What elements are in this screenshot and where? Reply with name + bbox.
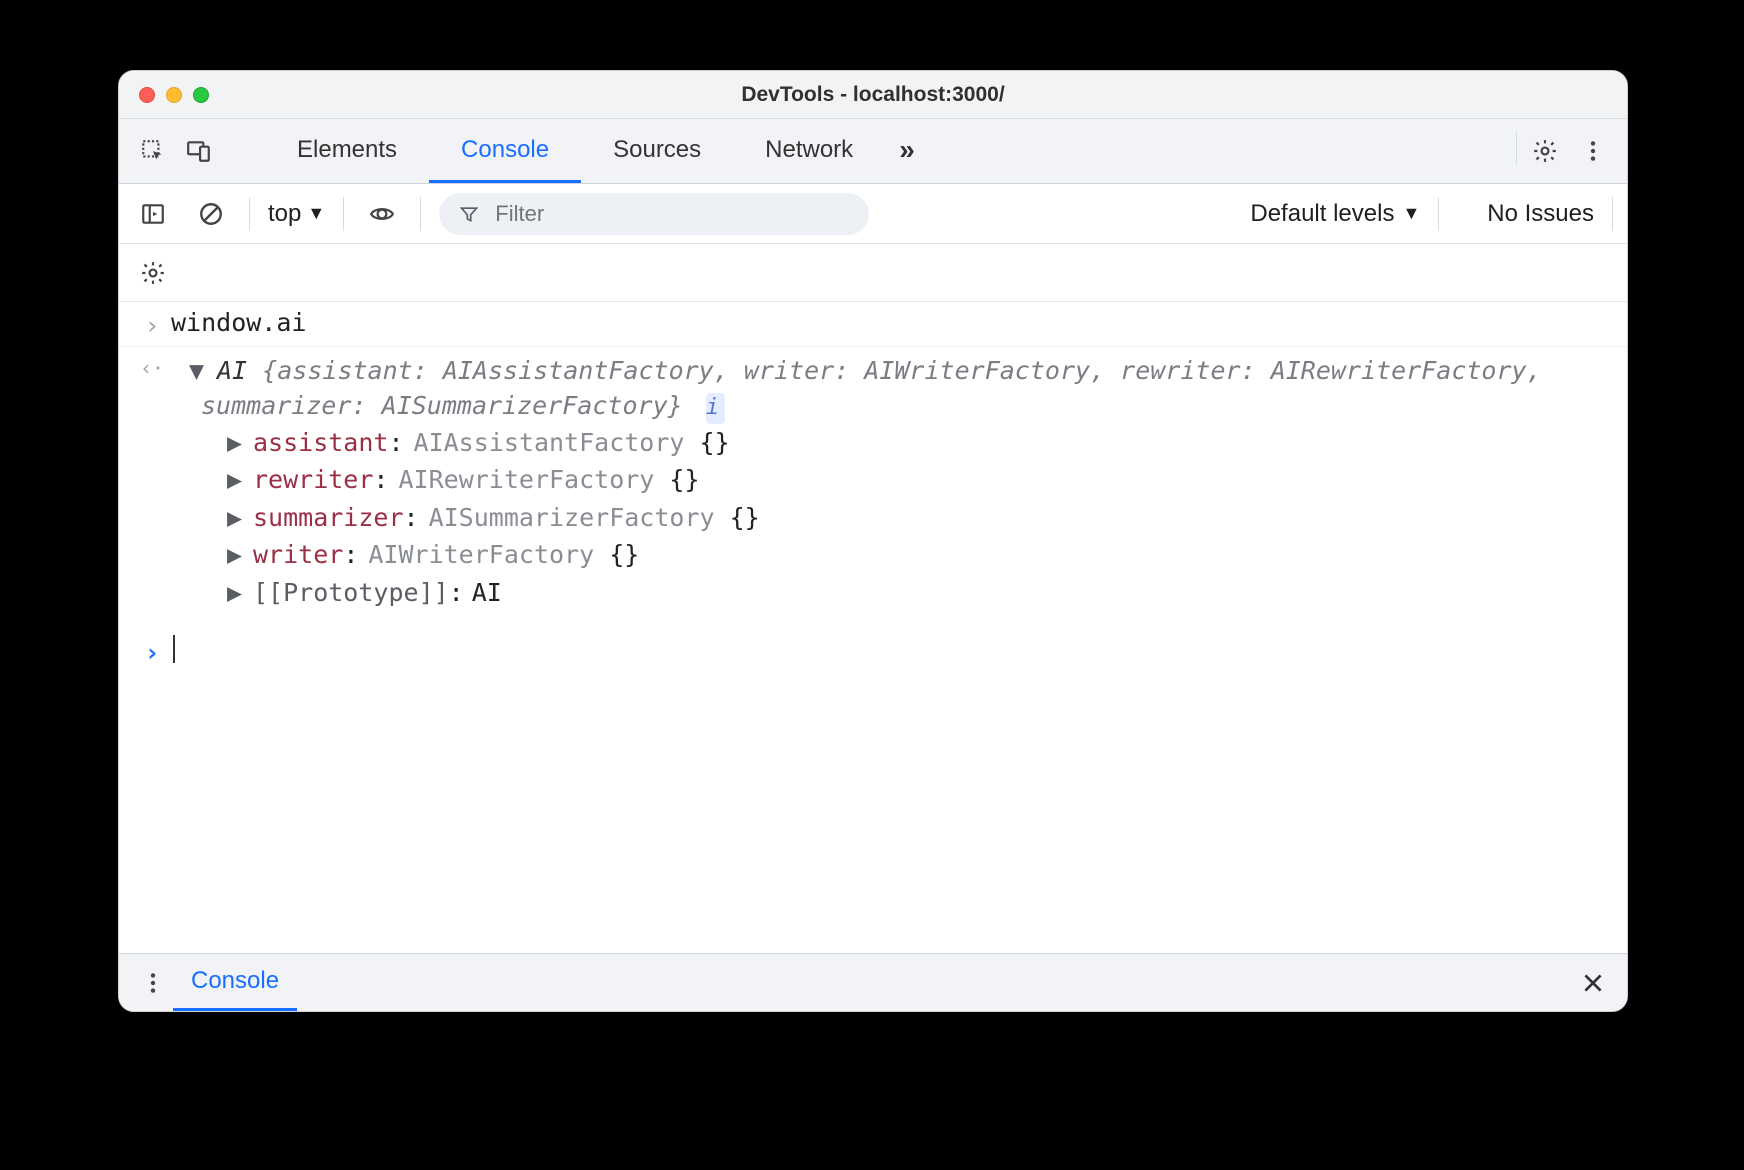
- property-key: writer: [253, 536, 343, 574]
- console-prompt-row[interactable]: ›: [119, 611, 1627, 675]
- chevron-down-icon: ▼: [307, 203, 325, 224]
- settings-icon[interactable]: [1525, 131, 1565, 171]
- property-key: summarizer: [253, 499, 404, 537]
- object-summary[interactable]: ▼AI {assistant: AIAssistantFactory, writ…: [171, 353, 1613, 424]
- tab-console[interactable]: Console: [429, 119, 581, 183]
- panel-tabs: Elements Console Sources Network »: [265, 119, 929, 183]
- divider: [1516, 131, 1517, 165]
- property-value: AI: [472, 574, 502, 612]
- filter-icon: [459, 203, 479, 225]
- close-drawer-icon[interactable]: [1573, 963, 1613, 1003]
- tab-label: Sources: [613, 136, 701, 164]
- tab-sources[interactable]: Sources: [581, 119, 733, 183]
- tab-label: Network: [765, 136, 853, 164]
- info-badge[interactable]: i: [706, 393, 725, 424]
- property-row[interactable]: ▶ writer: AIWriterFactory {}: [227, 536, 1613, 574]
- property-value: AIAssistantFactory: [414, 424, 685, 462]
- console-settings-row: [119, 244, 1627, 302]
- property-key: [[Prototype]]: [253, 574, 449, 612]
- divider: [249, 197, 250, 231]
- levels-label: Default levels: [1250, 200, 1394, 228]
- chevron-down-icon: ▼: [1402, 203, 1420, 224]
- tab-network[interactable]: Network: [733, 119, 885, 183]
- console-input-text: window.ai: [171, 308, 1613, 337]
- filter-box[interactable]: [439, 193, 869, 235]
- filter-input[interactable]: [493, 200, 849, 228]
- title-bar: DevTools - localhost:3000/: [119, 71, 1627, 119]
- live-expression-icon[interactable]: [362, 194, 402, 234]
- tab-label: Console: [461, 136, 549, 164]
- more-options-icon[interactable]: [1573, 131, 1613, 171]
- inspect-element-icon[interactable]: [133, 131, 173, 171]
- more-tabs-button[interactable]: »: [885, 119, 929, 183]
- main-tab-bar: Elements Console Sources Network »: [119, 119, 1627, 184]
- divider: [420, 197, 421, 231]
- console-input[interactable]: [171, 635, 1613, 669]
- drawer-bar: Console: [119, 953, 1627, 1011]
- property-key: rewriter: [253, 461, 373, 499]
- property-row[interactable]: ▶ rewriter: AIRewriterFactory {}: [227, 461, 1613, 499]
- divider: [343, 197, 344, 231]
- text-cursor: [173, 635, 185, 663]
- expand-triangle-icon[interactable]: ▶: [227, 424, 253, 462]
- prototype-row[interactable]: ▶ [[Prototype]]: AI: [227, 574, 1613, 612]
- traffic-lights: [139, 87, 209, 103]
- property-value: AISummarizerFactory: [429, 499, 715, 537]
- expand-triangle-icon[interactable]: ▶: [227, 574, 253, 612]
- context-label: top: [268, 200, 301, 228]
- issues-label: No Issues: [1487, 200, 1594, 227]
- expand-triangle-icon[interactable]: ▶: [227, 536, 253, 574]
- expand-triangle-icon[interactable]: ▶: [227, 499, 253, 537]
- console-settings-icon[interactable]: [133, 253, 173, 293]
- divider: [1612, 197, 1613, 231]
- expand-triangle-icon[interactable]: ▼: [195, 353, 217, 388]
- console-output: › window.ai ‹· ▼AI {assistant: AIAssista…: [119, 302, 1627, 953]
- minimize-window-button[interactable]: [166, 87, 182, 103]
- devtools-window: DevTools - localhost:3000/ Elements Cons…: [118, 70, 1628, 1012]
- input-prompt-icon: ›: [133, 635, 171, 667]
- tab-label: Elements: [297, 136, 397, 164]
- console-input-row[interactable]: › window.ai: [119, 302, 1627, 347]
- tab-elements[interactable]: Elements: [265, 119, 429, 183]
- drawer-more-icon[interactable]: [133, 963, 173, 1003]
- property-key: assistant: [253, 424, 388, 462]
- drawer-tab-console[interactable]: Console: [173, 954, 297, 1011]
- device-toolbar-icon[interactable]: [179, 131, 219, 171]
- context-selector[interactable]: top ▼: [268, 200, 325, 228]
- expand-triangle-icon[interactable]: ▶: [227, 461, 253, 499]
- maximize-window-button[interactable]: [193, 87, 209, 103]
- property-row[interactable]: ▶ summarizer: AISummarizerFactory {}: [227, 499, 1613, 537]
- drawer-tab-label: Console: [191, 967, 279, 995]
- property-value: AIRewriterFactory: [398, 461, 654, 499]
- toggle-sidebar-icon[interactable]: [133, 194, 173, 234]
- input-prompt-icon: ›: [133, 308, 171, 340]
- property-row[interactable]: ▶ assistant: AIAssistantFactory {}: [227, 424, 1613, 462]
- class-name: AI: [217, 356, 247, 385]
- output-prompt-icon: ‹·: [133, 353, 171, 380]
- log-levels-selector[interactable]: Default levels ▼: [1250, 200, 1420, 228]
- divider: [1438, 197, 1439, 231]
- property-value: AIWriterFactory: [368, 536, 594, 574]
- console-result-row[interactable]: ‹· ▼AI {assistant: AIAssistantFactory, w…: [119, 347, 1627, 611]
- object-properties: ▶ assistant: AIAssistantFactory {} ▶ rew…: [171, 424, 1613, 612]
- window-title: DevTools - localhost:3000/: [119, 83, 1627, 107]
- issues-indicator[interactable]: No Issues: [1487, 200, 1594, 228]
- console-toolbar: top ▼ Default levels ▼ No Issues: [119, 184, 1627, 244]
- clear-console-icon[interactable]: [191, 194, 231, 234]
- close-window-button[interactable]: [139, 87, 155, 103]
